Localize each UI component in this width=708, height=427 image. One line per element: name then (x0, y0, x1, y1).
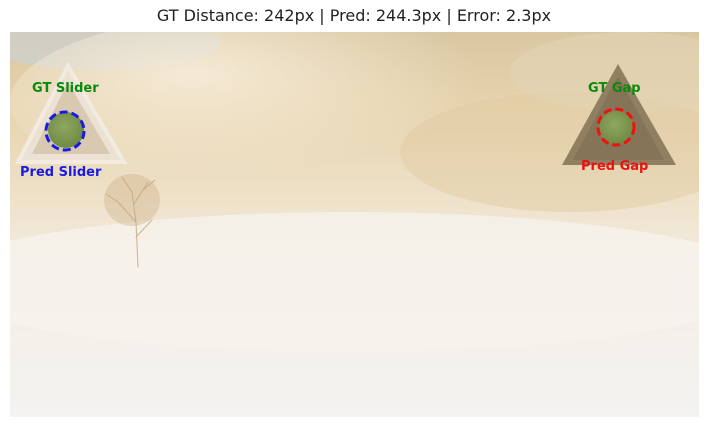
gt-slider-label: GT Slider (32, 81, 99, 96)
gt-gap-label: GT Gap (588, 81, 641, 96)
plot-title: GT Distance: 242px | Pred: 244.3px | Err… (156, 6, 552, 25)
captcha-image: GT Slider Pred Slider GT Gap Pred Gap (10, 32, 699, 417)
pred-gap-label: Pred Gap (581, 159, 649, 174)
pred-slider-label: Pred Slider (20, 165, 102, 180)
